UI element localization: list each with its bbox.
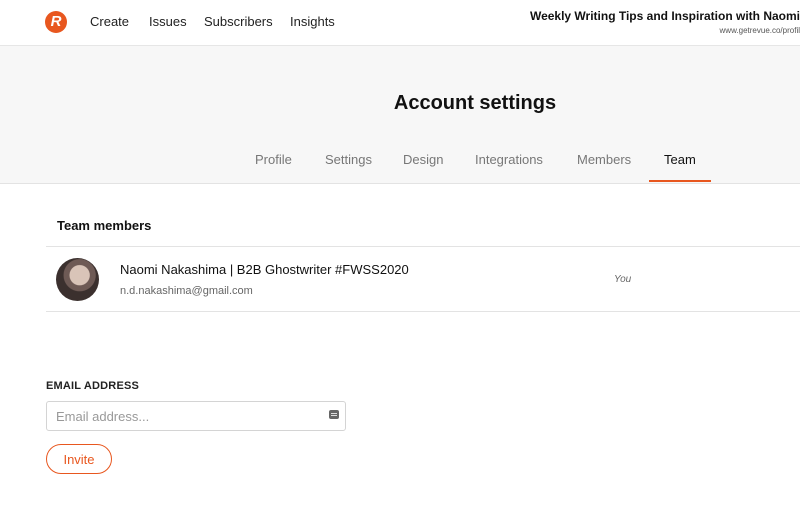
member-email: n.d.nakashima@gmail.com — [120, 285, 253, 297]
page-title: Account settings — [393, 92, 557, 114]
tab-settings[interactable]: Settings — [325, 152, 372, 167]
current-user-label: You — [614, 274, 632, 285]
email-address-label: EMAIL ADDRESS — [46, 380, 140, 392]
avatar — [56, 258, 99, 301]
nav-link-insights[interactable]: Insights — [290, 14, 335, 29]
top-nav-bar: R Create Issues Subscribers Insights Wee… — [0, 0, 800, 46]
publication-title: Weekly Writing Tips and Inspiration with… — [529, 9, 800, 23]
tab-team[interactable]: Team — [664, 152, 696, 167]
settings-header: Account settings Profile Settings Design… — [0, 46, 800, 184]
tab-members[interactable]: Members — [577, 152, 631, 167]
tab-integrations[interactable]: Integrations — [475, 152, 543, 167]
member-name: Naomi Nakashima | B2B Ghostwriter #FWSS2… — [120, 262, 409, 277]
invite-button[interactable]: Invite — [46, 444, 112, 474]
publication-url[interactable]: www.getrevue.co/profil — [720, 26, 800, 35]
team-members-heading: Team members — [57, 218, 152, 233]
divider — [46, 311, 800, 312]
active-tab-indicator — [649, 180, 711, 182]
contact-card-icon[interactable] — [329, 410, 339, 419]
tab-design[interactable]: Design — [403, 152, 443, 167]
tab-profile[interactable]: Profile — [255, 152, 292, 167]
nav-link-issues[interactable]: Issues — [149, 14, 187, 29]
nav-link-create[interactable]: Create — [90, 14, 129, 29]
revue-logo-icon[interactable]: R — [45, 11, 67, 33]
email-field[interactable] — [46, 401, 346, 431]
divider — [46, 246, 800, 247]
nav-link-subscribers[interactable]: Subscribers — [204, 14, 273, 29]
